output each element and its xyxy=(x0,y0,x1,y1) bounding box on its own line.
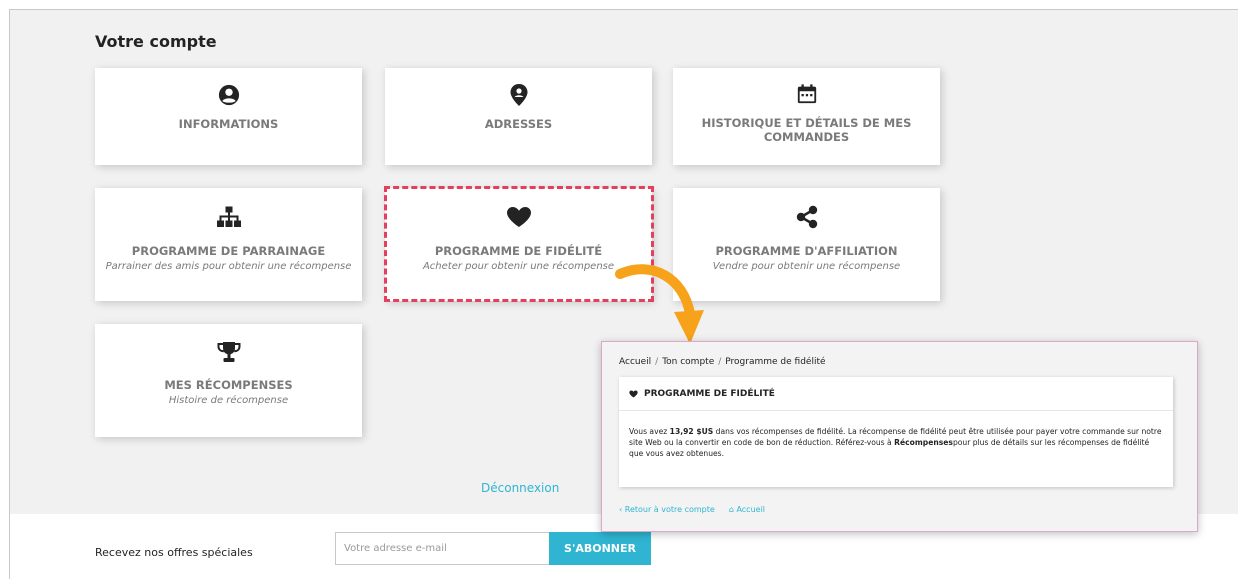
back-link-label: Retour à votre compte xyxy=(624,505,715,514)
home-link[interactable]: ⌂ Accueil xyxy=(729,505,765,514)
card-title: HISTORIQUE ET DÉTAILS DE MES COMMANDES xyxy=(701,116,912,144)
loyalty-card-body: Vous avez 13,92 $US dans vos récompenses… xyxy=(619,411,1173,474)
zoom-footer-links: ‹ Retour à votre compte ⌂ Accueil xyxy=(619,505,765,514)
card-title: PROGRAMME DE PARRAINAGE xyxy=(131,244,326,258)
breadcrumb-account[interactable]: Ton compte xyxy=(662,357,714,367)
card-recompenses[interactable]: MES RÉCOMPENSES Histoire de récompense xyxy=(95,324,362,437)
loyalty-zoom-panel: Accueil / Ton compte / Programme de fidélité… xyxy=(601,341,1198,532)
loyalty-amount: 13,92 $US xyxy=(669,427,714,436)
card-affiliation[interactable]: PROGRAMME D'AFFILIATION Vendre pour obte… xyxy=(673,188,940,301)
calendar-icon xyxy=(797,84,816,104)
card-title: ADRESSES xyxy=(484,117,553,131)
sitemap-icon xyxy=(216,206,241,227)
newsletter-label: Recevez nos offres spéciales xyxy=(95,546,253,559)
body-text-pre: Vous avez xyxy=(629,427,670,436)
map-marker-icon xyxy=(510,84,527,106)
card-subtitle: Parrainer des amis pour obtenir une réco… xyxy=(105,261,352,272)
card-subtitle: Histoire de récompense xyxy=(168,395,289,406)
card-informations[interactable]: INFORMATIONS xyxy=(95,68,362,165)
breadcrumb: Accueil / Ton compte / Programme de fidélité xyxy=(619,357,826,367)
loyalty-card: PROGRAMME DE FIDÉLITÉ Vous avez 13,92 $U… xyxy=(619,377,1173,487)
heart-icon xyxy=(629,390,638,397)
card-title: MES RÉCOMPENSES xyxy=(164,378,293,392)
card-parrainage[interactable]: PROGRAMME DE PARRAINAGE Parrainer des am… xyxy=(95,188,362,301)
share-icon xyxy=(796,205,817,229)
logout-link[interactable]: Déconnexion xyxy=(481,481,559,495)
home-link-label: Accueil xyxy=(736,505,766,514)
card-title: INFORMATIONS xyxy=(178,117,279,131)
subscribe-button[interactable]: S'ABONNER xyxy=(549,532,651,565)
user-circle-icon xyxy=(218,84,239,106)
email-input[interactable] xyxy=(335,532,550,565)
loyalty-card-header: PROGRAMME DE FIDÉLITÉ xyxy=(619,377,1173,411)
back-to-account-link[interactable]: ‹ Retour à votre compte xyxy=(619,505,715,514)
trophy-icon xyxy=(217,342,240,362)
rewards-link[interactable]: Récompenses xyxy=(894,438,953,447)
breadcrumb-home[interactable]: Accueil xyxy=(619,357,651,367)
card-adresses[interactable]: ADRESSES xyxy=(385,68,652,165)
card-subtitle: Vendre pour obtenir une récompense xyxy=(712,261,901,272)
card-title: PROGRAMME D'AFFILIATION xyxy=(715,244,898,258)
curved-arrow-icon xyxy=(615,264,704,344)
card-historique[interactable]: HISTORIQUE ET DÉTAILS DE MES COMMANDES xyxy=(673,68,940,165)
page-title: Votre compte xyxy=(95,32,217,51)
loyalty-card-title: PROGRAMME DE FIDÉLITÉ xyxy=(644,388,775,399)
breadcrumb-current: Programme de fidélité xyxy=(725,357,826,367)
